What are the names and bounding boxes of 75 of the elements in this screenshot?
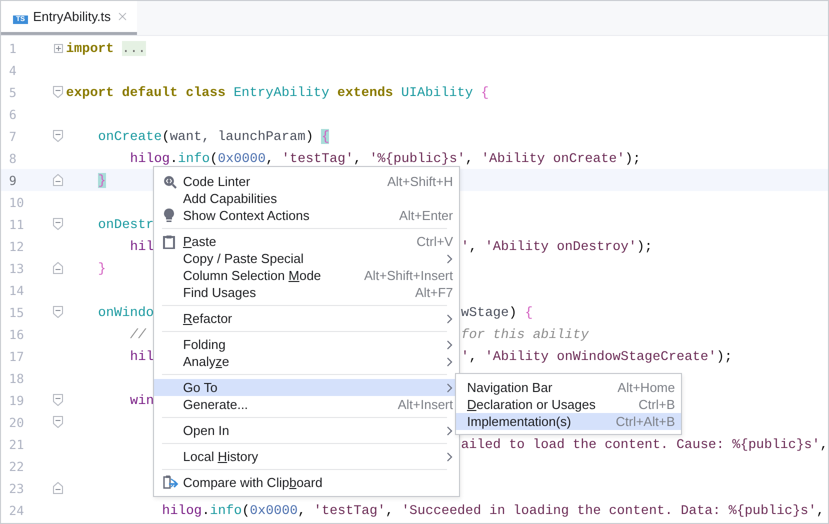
light-bulb-icon: [163, 208, 175, 223]
menu-item[interactable]: Implementation(s) Ctrl+Alt+B: [456, 413, 681, 430]
line-number: 6: [8, 106, 18, 122]
code-line: hil: [129, 348, 154, 364]
menu-item[interactable]: Add Capabilities: [154, 190, 459, 207]
line-number: 11: [8, 216, 26, 232]
menu-item[interactable]: Refactor: [154, 310, 459, 327]
chevron-right-icon: [446, 426, 453, 436]
fold-marker-icon[interactable]: [53, 262, 63, 274]
menu-item[interactable]: Code Linter Alt+Shift+H: [154, 173, 459, 190]
fold-marker-icon[interactable]: [53, 86, 63, 98]
code-line: export default class EntryAbility extends UIAbility {: [66, 84, 489, 100]
menu-item[interactable]: Generate... Alt+Insert: [154, 396, 459, 413]
fold-marker-icon[interactable]: [53, 482, 63, 494]
line-number: 5: [8, 84, 18, 100]
line-number: 1: [8, 40, 18, 56]
code-line: //: [129, 326, 148, 342]
line-number: 10: [8, 194, 26, 210]
menu-item[interactable]: Copy / Paste Special: [154, 250, 459, 267]
code-line: }: [97, 260, 106, 276]
line-number: 16: [8, 326, 26, 342]
code-line: import ...: [66, 40, 146, 56]
chevron-right-icon: [446, 254, 453, 264]
menu-item[interactable]: Declaration or Usages Ctrl+B: [456, 396, 681, 413]
code-line: wStage) {: [461, 304, 533, 320]
code-line: ', 'Ability onDestroy');: [461, 238, 653, 254]
line-number: 14: [8, 282, 26, 298]
code-line: for this ability: [461, 326, 589, 342]
line-number: 17: [8, 348, 26, 364]
code-line: hilog.info(0x0000, 'testTag', 'Succeeded in loading the content. Data: %{public}s',: [161, 502, 824, 518]
line-number: 22: [8, 458, 26, 474]
line-number: 18: [8, 370, 26, 386]
line-number: 13: [8, 260, 26, 276]
code-line: ', 'Ability onWindowStageCreate');: [461, 348, 732, 364]
code-line: onWindo: [97, 304, 154, 320]
line-number: 19: [8, 392, 26, 408]
menu-item[interactable]: Column Selection Mode Alt+Shift+Insert: [154, 267, 459, 284]
menu-item[interactable]: Compare with Clipboard: [154, 474, 459, 491]
fold-marker-icon[interactable]: [53, 394, 63, 406]
line-number: 20: [8, 414, 26, 430]
menu-item[interactable]: Folding: [154, 336, 459, 353]
menu-item[interactable]: Local History: [154, 448, 459, 465]
line-number: 8: [8, 150, 18, 166]
line-number: 9: [8, 172, 18, 188]
fold-plus-icon[interactable]: [54, 44, 63, 52]
code-line: win: [129, 392, 154, 408]
compare-files-icon: [163, 475, 179, 490]
menu-item[interactable]: Open In: [154, 422, 459, 439]
line-number: 23: [8, 480, 26, 496]
line-number: 15: [8, 304, 26, 320]
fold-marker-icon[interactable]: [53, 306, 63, 318]
fold-marker-icon[interactable]: [53, 130, 63, 142]
menu-item[interactable]: Paste Ctrl+V: [154, 233, 459, 250]
menu-item[interactable]: Analyze: [154, 353, 459, 370]
code-line: onCreate(want, launchParam) {: [97, 128, 330, 144]
code-line: hil: [129, 238, 154, 254]
code-linter-icon: [163, 174, 177, 188]
code-line: hilog.info(0x0000, 'testTag', '%{public}s', 'Ability onCreate');: [129, 150, 641, 166]
code-line: ailed to load the content. Cause: %{public}s',: [460, 436, 828, 452]
line-number: 7: [8, 128, 18, 144]
menu-item[interactable]: Navigation Bar Alt+Home: [456, 379, 681, 396]
line-number: 12: [8, 238, 26, 254]
clipboard-icon: [163, 234, 175, 248]
fold-marker-icon[interactable]: [53, 416, 63, 428]
chevron-right-icon: [446, 382, 453, 392]
line-number: 21: [8, 436, 26, 452]
line-number: 4: [8, 62, 18, 78]
fold-marker-icon[interactable]: [53, 218, 63, 230]
menu-item[interactable]: Show Context Actions Alt+Enter: [154, 207, 459, 224]
chevron-right-icon: [446, 452, 453, 462]
menu-item[interactable]: Find Usages Alt+F7: [154, 284, 459, 301]
fold-marker-icon[interactable]: [53, 174, 63, 186]
code-line: onDestr: [97, 216, 154, 232]
chevron-right-icon: [446, 314, 453, 324]
line-number: 24: [8, 502, 26, 518]
